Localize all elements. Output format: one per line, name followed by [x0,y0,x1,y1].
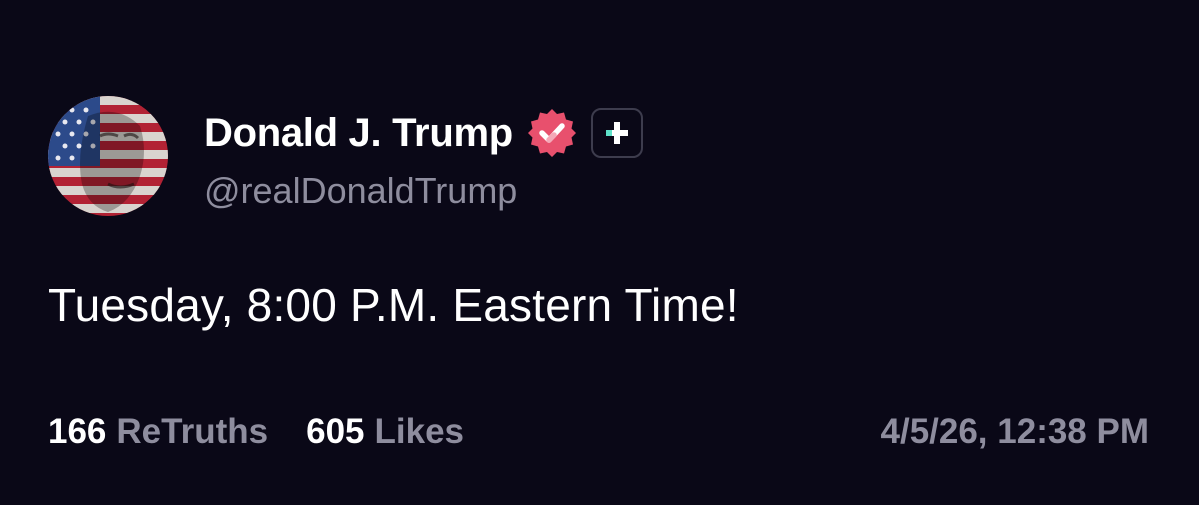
user-handle[interactable]: @realDonaldTrump [204,170,517,212]
likes-count: 605 [306,412,365,451]
flag-portrait-avatar [48,96,168,216]
truth-post: Donald J. Trump @realDonaldTrump Tuesday… [0,0,1199,505]
retruths-count: 166 [48,412,107,451]
post-body-text: Tuesday, 8:00 P.M. Eastern Time! [48,279,739,331]
engagement-stats: 166 ReTruths 605 Likes [48,412,464,452]
verified-badge-icon [525,106,579,160]
display-name[interactable]: Donald J. Trump [204,111,513,156]
truth-plus-icon[interactable] [590,108,643,158]
avatar[interactable] [48,96,168,216]
likes-label: Likes [374,412,465,451]
post-timestamp[interactable]: 4/5/26, 12:38 PM [881,412,1150,452]
retruths-stat[interactable]: 166 ReTruths [48,412,268,452]
name-row: Donald J. Trump [204,108,643,158]
retruths-label: ReTruths [116,412,269,451]
likes-stat[interactable]: 605 Likes [306,412,464,452]
